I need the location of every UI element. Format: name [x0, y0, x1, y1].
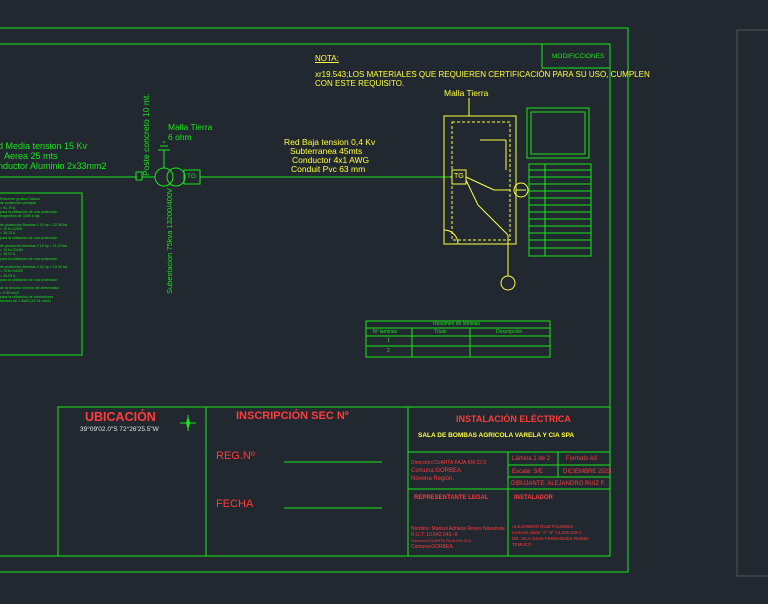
reg-label: REG.Nº [216, 450, 255, 462]
subestacion-label: Subestacion 75kva 13200/400V [165, 188, 174, 294]
tg-left: TG [187, 173, 197, 180]
fecha-plano: DICIEMBRE 2023 [563, 469, 612, 475]
red-baja-4: Conduit Pvc 63 mm [291, 164, 366, 174]
instalador-line: Licencia clase "A" Nº 14.219.318-1 [512, 530, 582, 535]
representante-label: REPRESENTANTE LEGAL [414, 495, 489, 501]
resumen-header-n: Nº laminas [373, 329, 398, 335]
fecha-label: FECHA [216, 498, 254, 510]
resumen-row-n: 1 [387, 338, 390, 344]
poste-label: Poste concreto 10 mt. [141, 93, 151, 176]
drawing-lines [0, 27, 768, 577]
north-arrow-icon [180, 415, 196, 431]
calc-line: para la utilización de una protección [0, 278, 58, 282]
mt-line-label-2: Aerea 25 mts [4, 151, 58, 161]
resumen-row-n: 2 [387, 348, 390, 354]
malla-tierra-top: Malla Tierra [444, 88, 489, 98]
calc-line: para la utilización de una protección [0, 235, 58, 240]
escala: Escala: S/E [512, 469, 544, 475]
mt-line-label-3: nductor Aluminio 2x33mm2 [0, 161, 107, 171]
instalacion-label: INSTALACIÓN ELÉCTRICA [456, 414, 571, 424]
representante-line: Comuna:GORBEA [411, 544, 453, 550]
inscripcion-label: INSCRIPCIÓN SEC Nº [236, 410, 349, 422]
instalador-line: ALEJANDRO RUIZ FAUNDEZ [512, 524, 574, 529]
formato: Formato A3 [566, 456, 598, 462]
instalador-label: INSTALADOR [514, 495, 553, 501]
malla-tierra-left: Malla Tierra [168, 122, 213, 132]
representante-line: Dirección:CUARTA FAJA KM 22,5 [411, 538, 472, 543]
cad-drawing: NOTA: xr19.543;LOS MATERIALES QUE REQUIE… [0, 0, 768, 604]
calc-line: magnética de 3X80 A fija [0, 214, 40, 219]
resumen-header-descripcion: Descripción [496, 329, 523, 335]
tg-building: TG [454, 173, 464, 180]
instalador-line: DR. ISLA JUAN FERNANDEZ #03660 [512, 536, 589, 541]
modificaciones-label: MODIFICCIONES [552, 53, 605, 60]
ubicacion-label: UBICACIÓN [85, 410, 156, 424]
malla-tierra-left-ohm: 6 ohm [168, 132, 192, 142]
note-line1: xr19.543;LOS MATERIALES QUE REQUIEREN CE… [315, 70, 650, 79]
resumen-title: Resumen de laminas [433, 321, 480, 327]
note-label: NOTA: [315, 54, 339, 63]
direccion-3: Novena Región. [411, 476, 455, 482]
lamina: Lámina 1 de 2 [512, 456, 551, 462]
dibujante: DIBUJANTE: ALEJANDRO RUIZ F. [511, 481, 606, 487]
instalacion-subtitle: SALA DE BOMBAS AGRICOLA VARELA Y CIA SPA [418, 432, 575, 439]
instalador-line: TEMUCO [512, 542, 532, 547]
direccion-1: Dirección:CUARTA FAJA KM 22,5 [411, 460, 487, 466]
resumen-header-titulo: Título [434, 329, 447, 335]
calc-line: sección de 1 AWG (42.41 mm2) [0, 299, 51, 304]
calc-line: para la utilización de una protección [0, 256, 58, 261]
calc-panel: Resumen grafica Calculo de protección pr… [0, 197, 80, 304]
note-line2: CON ESTE REQUISITO. [315, 79, 405, 88]
mt-line-label-1: d Media tension 15 Kv [0, 141, 88, 151]
direccion-2: Comuna:GORBEA [411, 468, 462, 474]
ubicacion-coords: 39°09'02.0"S 72°26'25.5"W [80, 426, 159, 433]
